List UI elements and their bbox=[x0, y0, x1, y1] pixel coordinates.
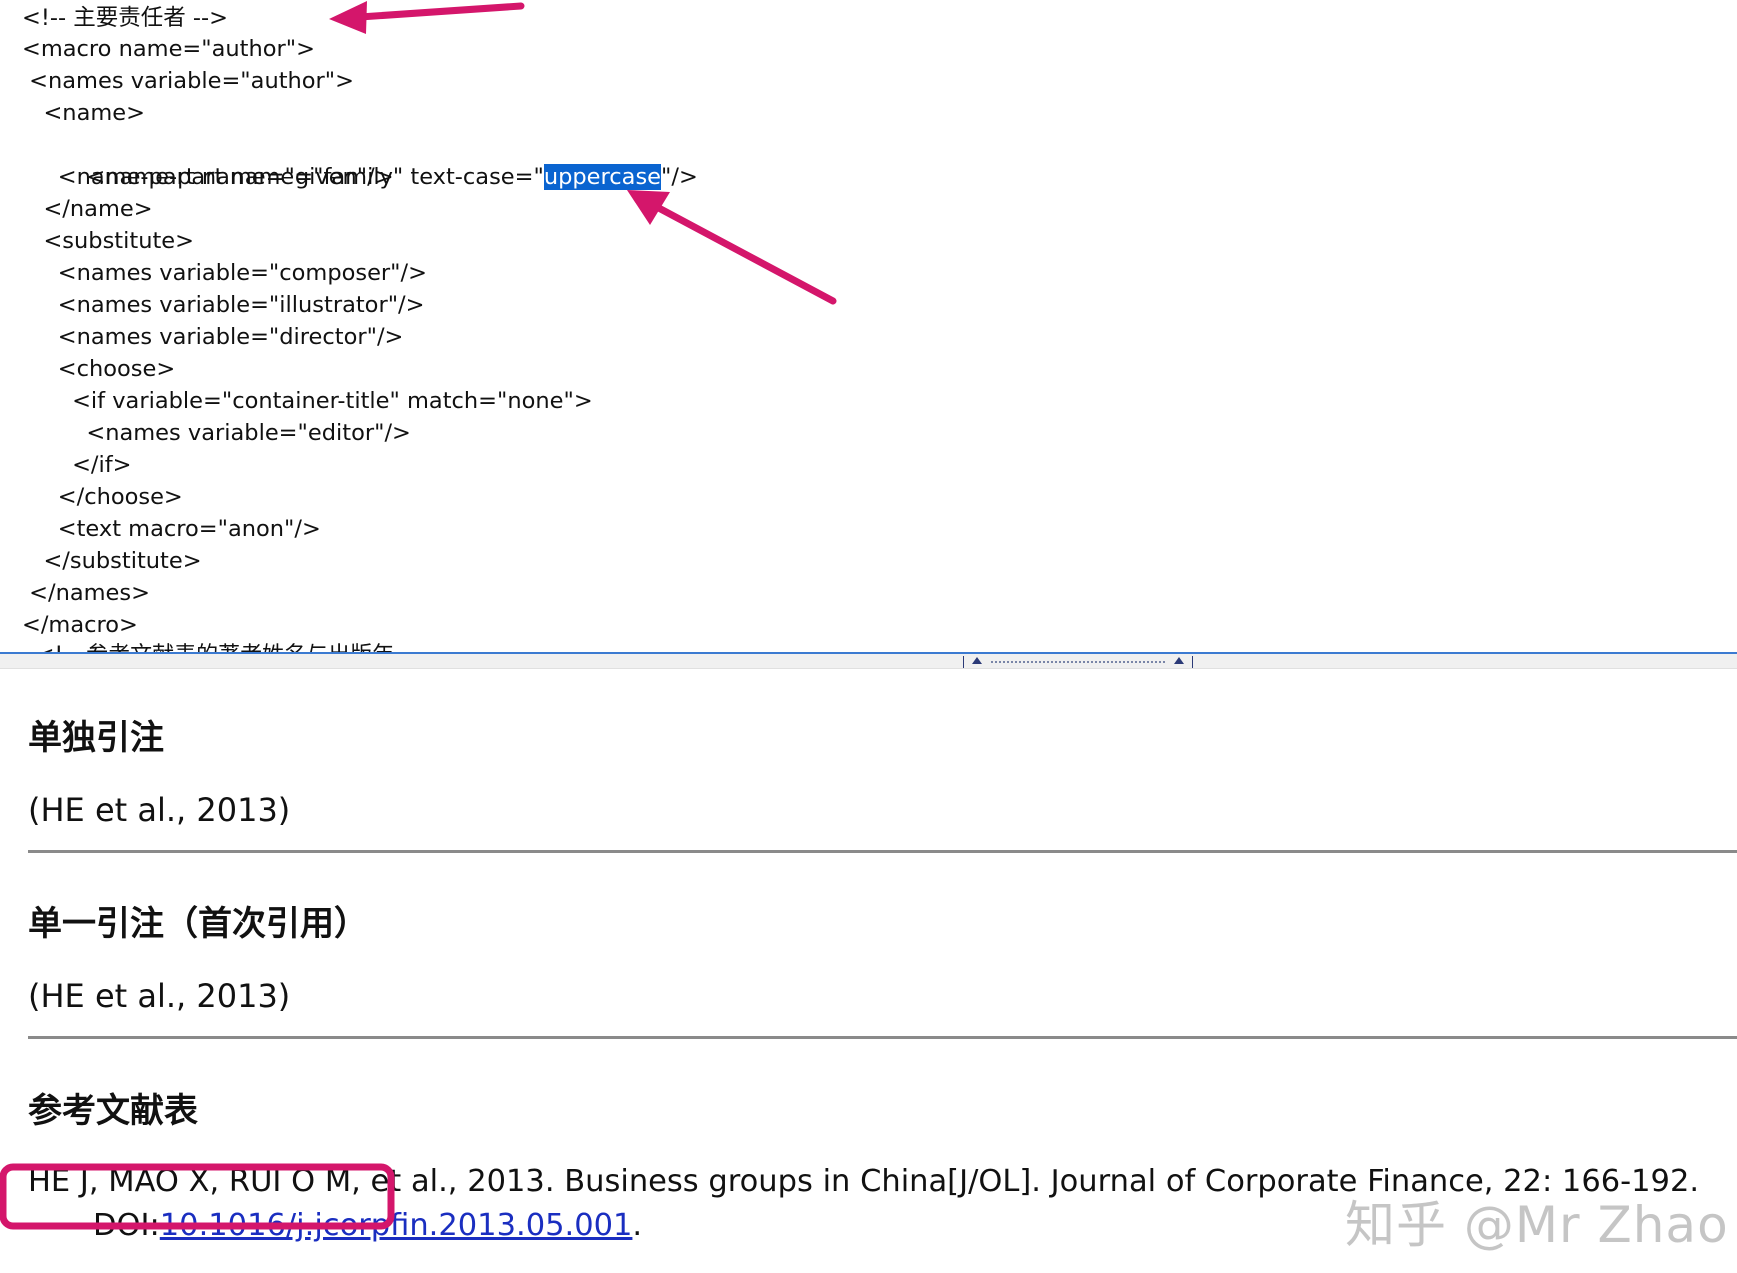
code-line: <names variable="director"/> bbox=[22, 324, 404, 350]
arrow-up-icon[interactable] bbox=[972, 657, 982, 664]
code-line: </choose> bbox=[22, 484, 183, 510]
code-line: </macro> bbox=[22, 612, 138, 638]
code-line: <name-part name="given"/> bbox=[22, 164, 394, 190]
code-line: <names variable="composer"/> bbox=[22, 260, 427, 286]
citation-text: (HE et al., 2013) bbox=[28, 791, 291, 829]
splitter-bar[interactable] bbox=[0, 654, 1737, 669]
splitter-handle[interactable] bbox=[963, 656, 1193, 668]
text-selection[interactable]: uppercase bbox=[543, 164, 662, 190]
section-heading: 参考文献表 bbox=[28, 1091, 198, 1131]
grip-edge bbox=[1192, 656, 1193, 668]
code-line: <!-- 主要责任者 --> bbox=[22, 5, 229, 31]
code-line: <choose> bbox=[22, 356, 176, 382]
doi-link[interactable]: 10.1016/j.jcorpfin.2013.05.001 bbox=[160, 1208, 633, 1243]
code-line: </names> bbox=[22, 580, 150, 606]
xml-editor-pane[interactable]: <!-- 主要责任者 --> <macro name="author"> <na… bbox=[0, 0, 1737, 653]
code-line: <macro name="author"> bbox=[22, 36, 315, 62]
code-text: "/> bbox=[661, 164, 698, 190]
divider bbox=[28, 850, 1737, 853]
divider bbox=[28, 1036, 1737, 1039]
code-line: <names variable="author"> bbox=[22, 68, 355, 94]
arrow-up-icon[interactable] bbox=[1174, 657, 1184, 664]
code-line: <name> bbox=[22, 100, 145, 126]
section-heading: 单一引注（首次引用） bbox=[28, 904, 368, 944]
code-line: <substitute> bbox=[22, 228, 194, 254]
bib-text: . bbox=[632, 1208, 643, 1243]
grip-edge bbox=[963, 656, 964, 668]
code-line: <text macro="anon"/> bbox=[22, 516, 321, 542]
citation-text: (HE et al., 2013) bbox=[28, 977, 291, 1015]
code-line: <names variable="editor"/> bbox=[22, 420, 411, 446]
section-heading: 单独引注 bbox=[28, 718, 164, 758]
grip-dots bbox=[991, 661, 1165, 663]
code-line: <if variable="container-title" match="no… bbox=[22, 388, 593, 414]
code-line-selected: <name-part name="family" text-case="uppe… bbox=[22, 129, 698, 190]
code-line: <names variable="illustrator"/> bbox=[22, 292, 425, 318]
code-line: </if> bbox=[22, 452, 132, 478]
watermark: 知乎 @Mr Zhao bbox=[1345, 1196, 1729, 1254]
code-line: </name> bbox=[22, 196, 153, 222]
code-line: </substitute> bbox=[22, 548, 202, 574]
